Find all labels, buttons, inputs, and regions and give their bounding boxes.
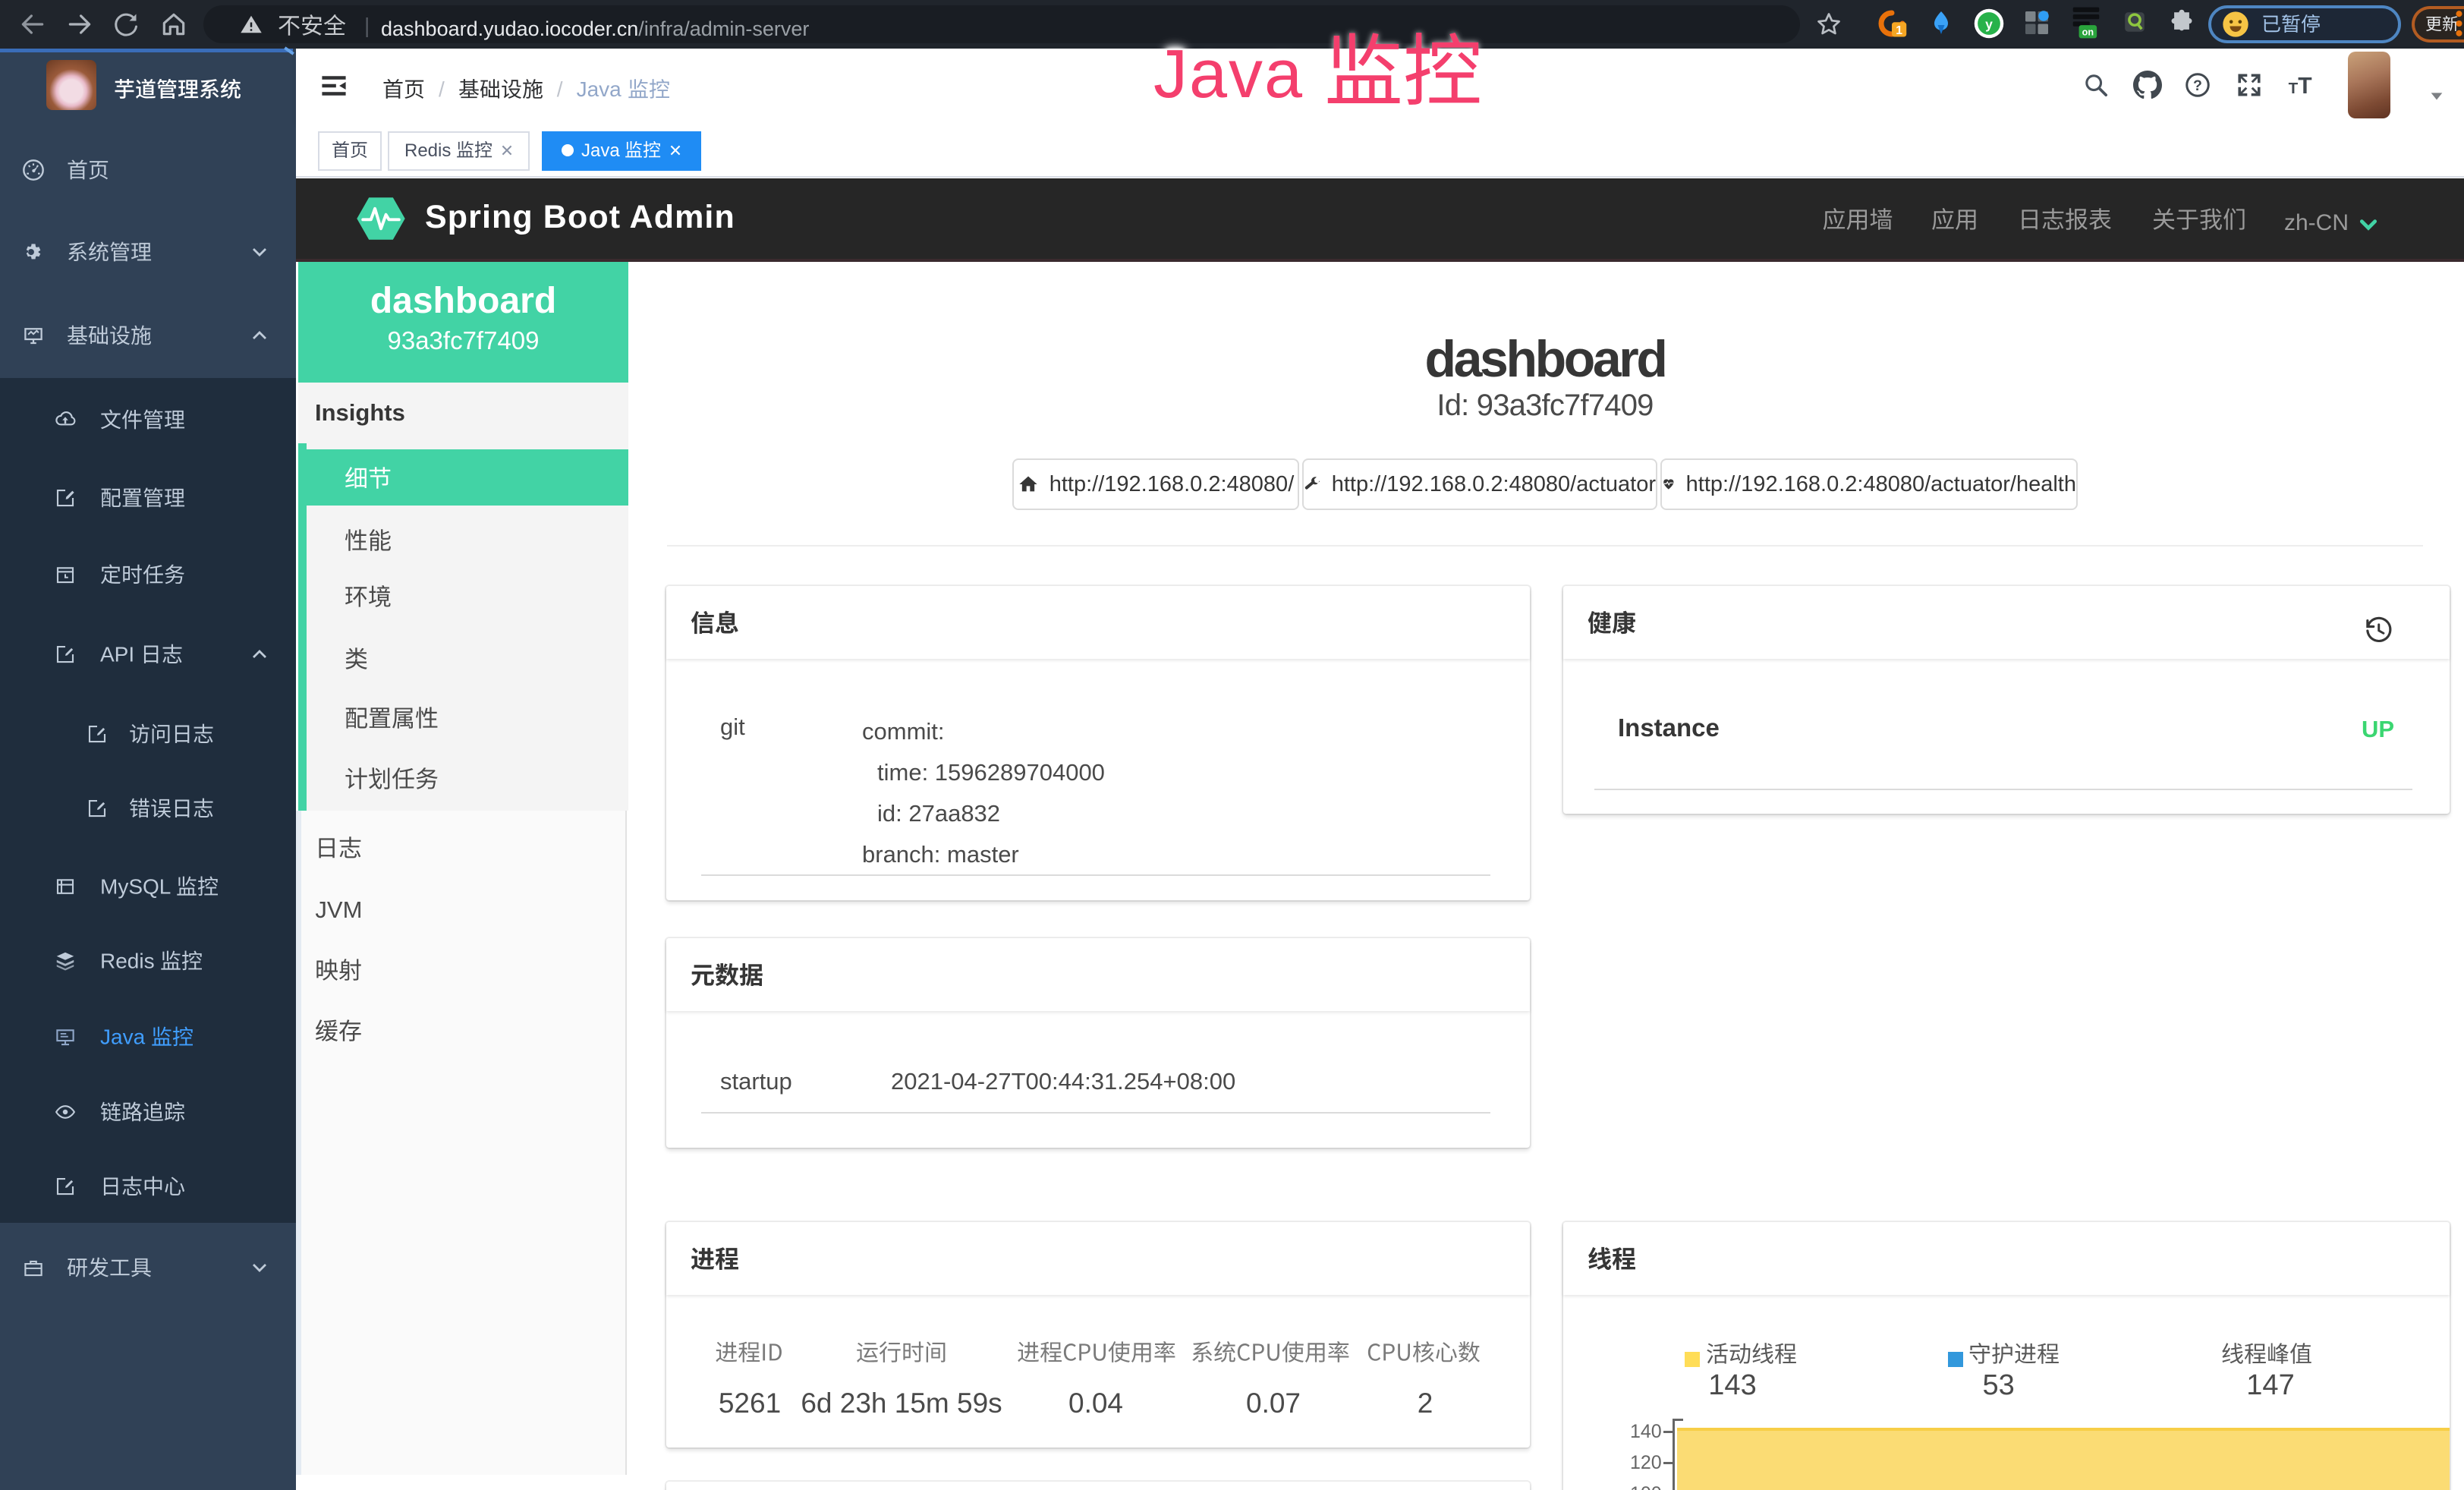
svg-text:on: on — [2082, 27, 2094, 38]
svg-text:T: T — [2298, 74, 2312, 99]
svg-text:?: ? — [2193, 77, 2202, 94]
svg-text:1: 1 — [1896, 24, 1902, 37]
svg-text:y: y — [1985, 17, 1993, 32]
svg-text:T: T — [2289, 80, 2299, 97]
